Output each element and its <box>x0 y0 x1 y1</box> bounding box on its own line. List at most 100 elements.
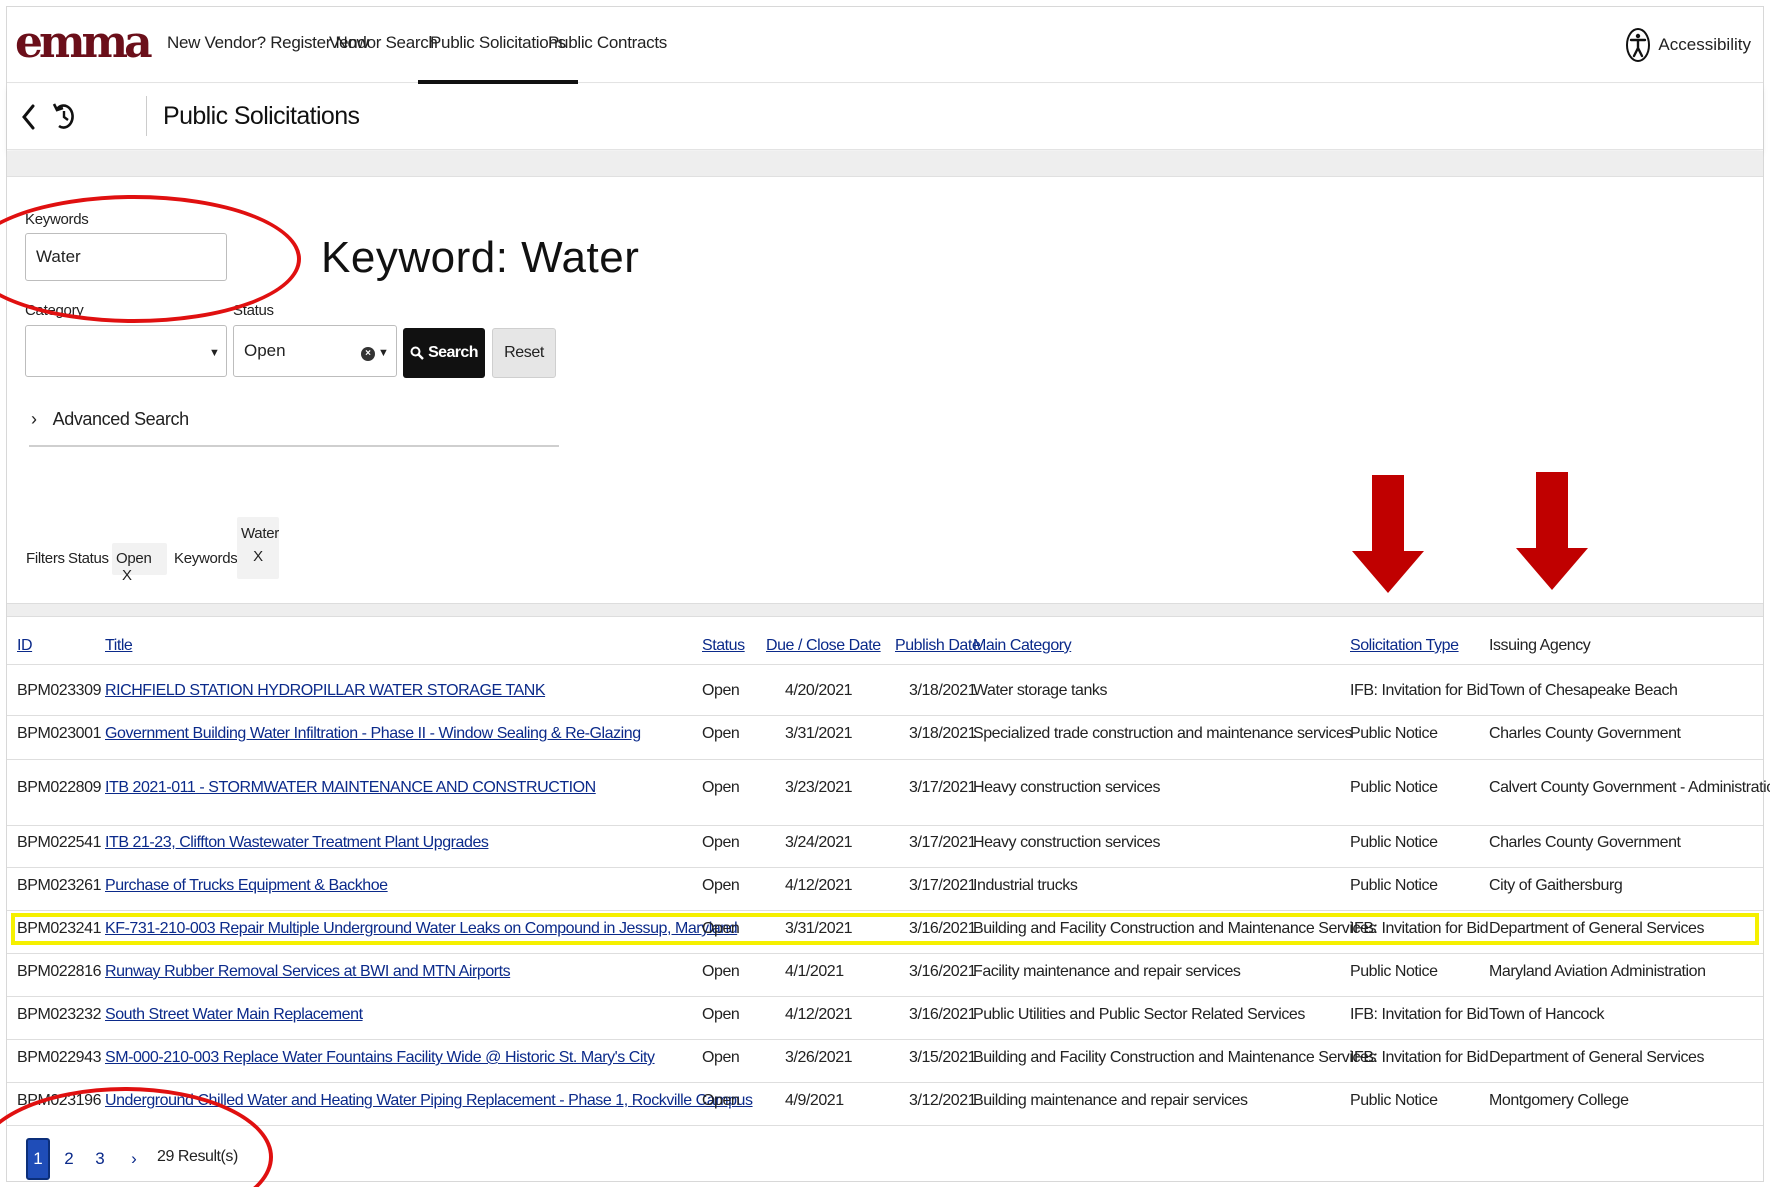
column-header-solicitation-type[interactable]: Solicitation Type <box>1350 637 1459 655</box>
page-header: Public Solicitations <box>7 84 1763 150</box>
cell-publish-date: 3/17/2021 <box>909 877 977 894</box>
row-divider <box>7 996 1763 997</box>
cell-due-date: 3/31/2021 <box>785 725 853 742</box>
cell-issuing-agency: Charles County Government <box>1489 725 1681 742</box>
cell-id: BPM022541 <box>17 834 102 851</box>
row-divider <box>7 1125 1763 1126</box>
cell-solicitation-type: IFB: Invitation for Bid <box>1350 1049 1489 1066</box>
remove-keywords-filter-icon[interactable]: X <box>241 548 275 565</box>
cell-publish-date: 3/18/2021 <box>909 725 977 742</box>
cell-due-date: 4/12/2021 <box>785 877 853 894</box>
cell-status: Open <box>702 725 740 742</box>
keyword-annotation: Keyword: Water <box>321 233 640 282</box>
arrow-down-icon <box>1352 475 1424 593</box>
cell-solicitation-type: Public Notice <box>1350 877 1438 894</box>
cell-main-category: Building maintenance and repair services <box>973 1092 1248 1109</box>
logo-text: emma <box>15 17 153 68</box>
cell-issuing-agency: Montgomery College <box>1489 1092 1629 1109</box>
cell-issuing-agency: City of Gaithersburg <box>1489 877 1623 894</box>
column-header-due-date[interactable]: Due / Close Date <box>766 637 881 655</box>
top-navigation: emma New Vendor? Register Now Vendor Sea… <box>7 7 1763 84</box>
cell-publish-date: 3/16/2021 <box>909 963 977 980</box>
keywords-filter-value: Water <box>241 525 279 542</box>
cell-title[interactable]: ITB 21-23, Cliffton Wastewater Treatment… <box>105 834 489 852</box>
cell-main-category: Water storage tanks <box>973 682 1108 699</box>
accessibility-button[interactable]: Accessibility <box>1626 27 1751 63</box>
arrow-down-icon <box>1516 472 1588 590</box>
history-icon[interactable] <box>51 100 77 132</box>
cell-title[interactable]: ITB 2021-011 - STORMWATER MAINTENANCE AN… <box>105 779 596 797</box>
cell-id: BPM022816 <box>17 963 102 980</box>
header-divider <box>146 96 147 136</box>
cell-id: BPM023261 <box>17 877 102 894</box>
row-divider <box>7 1082 1763 1083</box>
cell-title[interactable]: Runway Rubber Removal Services at BWI an… <box>105 963 511 981</box>
cell-due-date: 4/1/2021 <box>785 963 844 980</box>
nav-vendor-search[interactable]: Vendor Search <box>329 33 438 53</box>
row-divider <box>7 825 1763 826</box>
search-button[interactable]: Search <box>403 328 485 378</box>
column-header-publish-date[interactable]: Publish Date <box>895 637 981 655</box>
column-header-title[interactable]: Title <box>105 637 133 655</box>
clear-status-icon[interactable]: × <box>361 347 375 361</box>
cell-main-category: Building and Facility Construction and M… <box>973 1049 1377 1066</box>
cell-title[interactable]: South Street Water Main Replacement <box>105 1006 363 1024</box>
advanced-search-label: Advanced Search <box>52 409 189 429</box>
filters-label: Filters <box>26 550 65 567</box>
accessibility-label: Accessibility <box>1658 35 1751 54</box>
nav-public-solicitations[interactable]: Public Solicitations <box>418 33 578 84</box>
cell-publish-date: 3/18/2021 <box>909 682 977 699</box>
column-header-main-category[interactable]: Main Category <box>973 637 1072 655</box>
cell-title[interactable]: RICHFIELD STATION HYDROPILLAR WATER STOR… <box>105 682 546 700</box>
nav-public-contracts[interactable]: Public Contracts <box>548 33 667 53</box>
cell-id: BPM022809 <box>17 779 102 796</box>
cell-status: Open <box>702 877 740 894</box>
cell-title[interactable]: Purchase of Trucks Equipment & Backhoe <box>105 877 388 895</box>
status-caret-icon: ▼ <box>378 347 389 359</box>
row-divider <box>7 664 1763 665</box>
row-divider <box>7 715 1763 716</box>
cell-publish-date: 3/16/2021 <box>909 1006 977 1023</box>
cell-title[interactable]: Government Building Water Infiltration -… <box>105 725 641 743</box>
column-header-issuing-agency: Issuing Agency <box>1489 637 1591 654</box>
cell-due-date: 4/20/2021 <box>785 682 853 699</box>
category-select[interactable] <box>25 325 227 377</box>
emma-logo[interactable]: emma <box>15 17 153 68</box>
cell-id: BPM022943 <box>17 1049 102 1066</box>
row-divider <box>7 867 1763 868</box>
cell-solicitation-type: Public Notice <box>1350 779 1438 796</box>
cell-status: Open <box>702 1049 740 1066</box>
cell-solicitation-type: Public Notice <box>1350 1092 1438 1109</box>
cell-issuing-agency: Department of General Services <box>1489 1049 1705 1066</box>
row-divider <box>7 910 1763 911</box>
cell-main-category: Facility maintenance and repair services <box>973 963 1241 980</box>
remove-status-filter-icon[interactable]: X <box>122 567 132 584</box>
column-header-status[interactable]: Status <box>702 637 745 655</box>
column-header-id[interactable]: ID <box>17 637 33 655</box>
cell-solicitation-type: IFB: Invitation for Bid <box>1350 1006 1489 1023</box>
cell-title[interactable]: SM-000-210-003 Replace Water Fountains F… <box>105 1049 655 1067</box>
cell-due-date: 3/24/2021 <box>785 834 853 851</box>
reset-button[interactable]: Reset <box>492 328 556 378</box>
keywords-filter-chip: Water X <box>237 517 279 579</box>
cell-solicitation-type: IFB: Invitation for Bid <box>1350 682 1489 699</box>
cell-status: Open <box>702 834 740 851</box>
cell-status: Open <box>702 1092 740 1109</box>
cell-main-category: Specialized trade construction and maint… <box>973 725 1353 742</box>
status-filter-key: Status : <box>68 550 117 567</box>
cell-due-date: 4/9/2021 <box>785 1092 844 1109</box>
highlighted-row-box <box>11 913 1759 945</box>
search-icon <box>410 346 424 360</box>
status-filter-chip: Open X <box>112 543 167 584</box>
page-title: Public Solicitations <box>163 102 360 130</box>
category-caret-icon: ▼ <box>209 347 220 359</box>
advanced-search-toggle[interactable]: › Advanced Search <box>31 409 189 430</box>
cell-status: Open <box>702 682 740 699</box>
cell-main-category: Industrial trucks <box>973 877 1078 894</box>
cell-issuing-agency: Charles County Government <box>1489 834 1681 851</box>
chevron-right-icon: › <box>31 409 37 429</box>
back-icon[interactable] <box>17 102 41 132</box>
advanced-search-divider <box>29 445 559 447</box>
cell-id: BPM023232 <box>17 1006 102 1023</box>
row-divider <box>7 953 1763 954</box>
